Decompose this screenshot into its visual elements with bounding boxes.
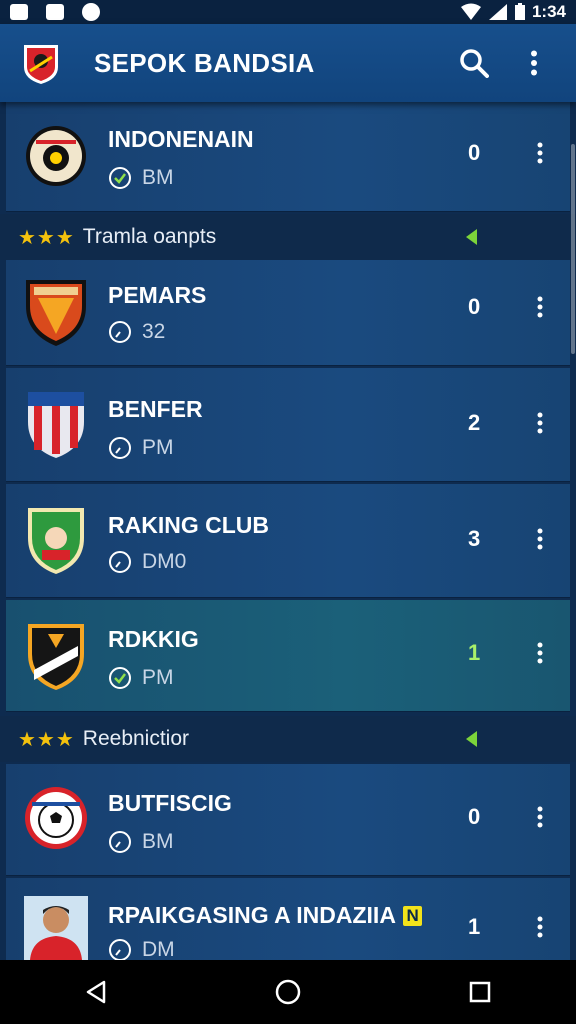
match-time: PM: [142, 436, 174, 459]
section-header[interactable]: ★★★ Tramla oanpts: [0, 214, 576, 260]
more-vert-icon: [537, 806, 543, 828]
rating-stars: ★★★: [18, 728, 75, 751]
check-circle-icon: [109, 167, 131, 189]
more-vert-icon: [537, 642, 543, 664]
app-title: SEPOK BANDSIA: [94, 47, 315, 78]
team-name: INDONENAIN: [108, 126, 254, 152]
list-item-selected[interactable]: RDKKIG PM 1: [6, 600, 570, 712]
score: 0: [468, 294, 481, 319]
search-button[interactable]: [454, 43, 494, 83]
player-photo-icon: [24, 896, 88, 960]
timer-icon: [109, 551, 131, 573]
match-time: DM: [142, 938, 175, 960]
list-item[interactable]: BUTFISCIG BM 0: [6, 764, 570, 876]
row-more-button[interactable]: [526, 409, 554, 437]
rating-stars: ★★★: [18, 226, 75, 249]
row-more-button[interactable]: [526, 639, 554, 667]
match-status: BM: [108, 830, 174, 854]
match-status: DM0: [108, 550, 186, 574]
team-badge-icon: [26, 280, 86, 346]
match-status: DM: [108, 938, 175, 960]
team-name-text: RPAIKGASING A INDAZIIA: [108, 902, 396, 928]
timer-icon: [109, 437, 131, 459]
more-vert-icon: [537, 142, 543, 164]
section-header[interactable]: ★★★ Reebnictior: [0, 716, 576, 762]
home-button[interactable]: [268, 972, 308, 1012]
match-list[interactable]: INDONENAIN BM 0 ★★★ Tramla oanpts PEMARS…: [0, 102, 576, 960]
list-item[interactable]: INDONENAIN BM 0: [6, 102, 570, 212]
score: 1: [468, 640, 481, 665]
overflow-menu-button[interactable]: [514, 43, 554, 83]
team-name: PEMARS: [108, 282, 207, 308]
team-badge-icon: [28, 624, 84, 690]
team-badge-icon: [28, 508, 84, 574]
row-more-button[interactable]: [526, 139, 554, 167]
scrollbar[interactable]: [571, 144, 575, 354]
team-name: RAKING CLUB: [108, 512, 269, 538]
back-button[interactable]: [76, 972, 116, 1012]
wifi-icon: [460, 3, 481, 20]
team-name: BUTFISCIG: [108, 790, 232, 816]
score: 1: [468, 914, 481, 939]
score: 0: [468, 804, 481, 829]
row-more-button[interactable]: [526, 913, 554, 941]
match-time: BM: [142, 166, 174, 189]
team-name: RPAIKGASING A INDAZIIA N: [108, 902, 422, 929]
match-time: BM: [142, 830, 174, 853]
match-time: PM: [142, 666, 174, 689]
recents-icon: [469, 981, 491, 1003]
app-bar: SEPOK BANDSIA: [0, 24, 576, 102]
status-time: 1:34: [531, 2, 566, 21]
notification-icon: [10, 4, 28, 20]
section-title: Tramla oanpts: [82, 225, 217, 248]
list-item[interactable]: PEMARS 32 0: [6, 260, 570, 366]
search-icon: [460, 49, 489, 78]
score: 0: [468, 140, 481, 165]
more-vert-icon: [537, 412, 543, 434]
back-icon: [86, 980, 106, 1004]
recents-button[interactable]: [460, 972, 500, 1012]
match-status: PM: [108, 666, 174, 690]
list-item[interactable]: BENFER PM 2: [6, 368, 570, 482]
score: 2: [468, 410, 481, 435]
team-badge-icon: [26, 126, 86, 186]
collapse-arrow-icon[interactable]: [466, 229, 477, 245]
list-item[interactable]: RPAIKGASING A INDAZIIA N DM 1: [6, 878, 570, 960]
collapse-arrow-icon[interactable]: [466, 731, 477, 747]
row-more-button[interactable]: [526, 525, 554, 553]
home-icon: [275, 979, 301, 1005]
team-name: RDKKIG: [108, 626, 199, 652]
app-notification-icon: [82, 3, 100, 21]
score: 3: [468, 526, 481, 551]
list-item[interactable]: RAKING CLUB DM0 3: [6, 484, 570, 598]
team-badge-icon: [28, 392, 84, 458]
status-bar: 1:34: [0, 0, 576, 24]
signal-icon: [488, 4, 507, 20]
more-vert-icon: [537, 296, 543, 318]
app-logo-icon: [24, 45, 58, 84]
timer-icon: [109, 831, 131, 853]
battery-icon: [514, 3, 525, 20]
timer-icon: [109, 939, 131, 960]
new-badge: N: [403, 906, 422, 926]
check-circle-icon: [109, 667, 131, 689]
row-more-button[interactable]: [526, 803, 554, 831]
match-status: PM: [108, 436, 174, 460]
message-icon: [46, 4, 64, 20]
match-status: 32: [108, 320, 165, 344]
row-more-button[interactable]: [526, 293, 554, 321]
match-time: 32: [142, 320, 166, 343]
team-badge-icon: [25, 787, 87, 849]
match-time: DM0: [142, 550, 187, 573]
timer-icon: [109, 321, 131, 343]
match-status: BM: [108, 166, 174, 190]
more-vert-icon: [531, 50, 537, 76]
more-vert-icon: [537, 916, 543, 938]
navigation-bar: [0, 960, 576, 1024]
section-title: Reebnictior: [82, 727, 190, 750]
more-vert-icon: [537, 528, 543, 550]
team-name: BENFER: [108, 396, 203, 422]
